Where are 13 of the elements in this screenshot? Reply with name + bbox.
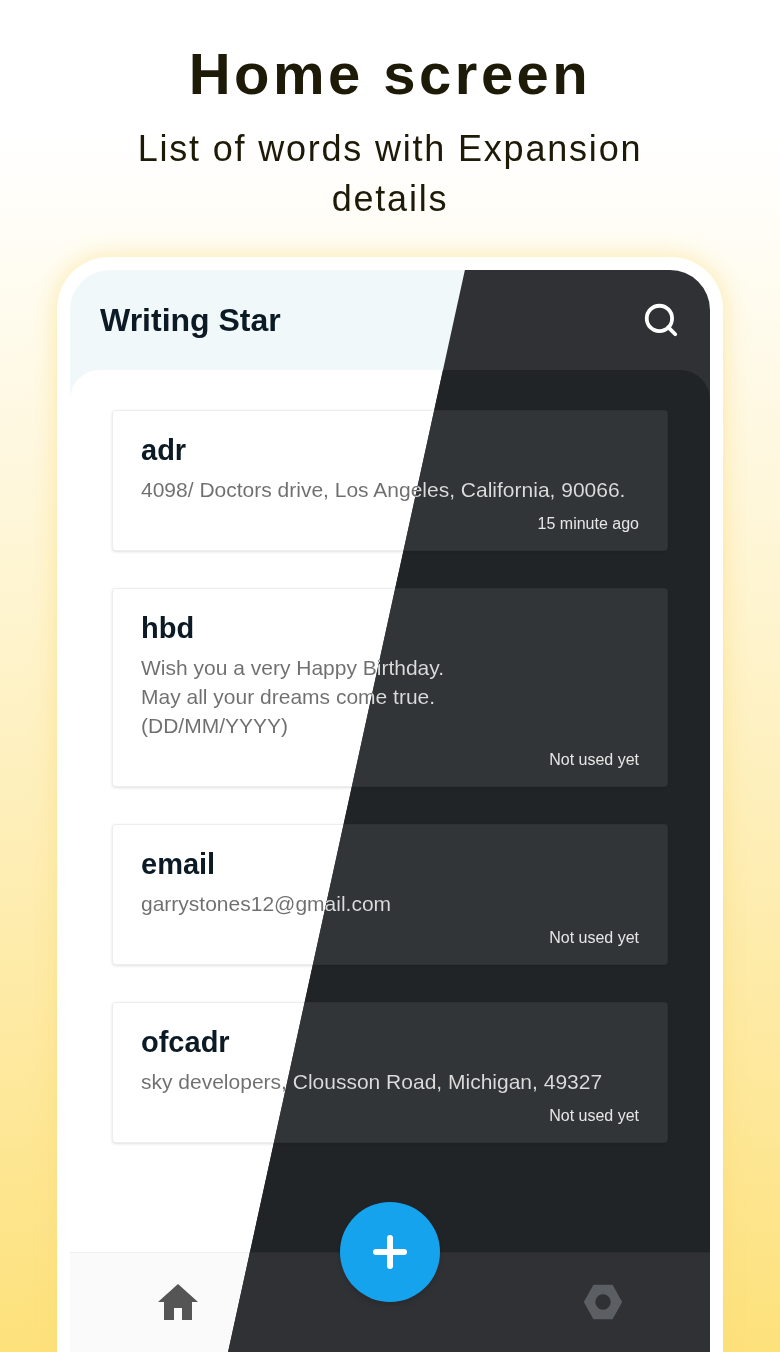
headline: Home screen [188, 40, 592, 108]
usage-time: Not used yet [549, 750, 639, 770]
entry-keyword: ofcadr [141, 1025, 231, 1060]
search-icon[interactable] [642, 301, 680, 339]
entry-keyword: hbd [141, 611, 196, 646]
entry-keyword: email [141, 847, 217, 882]
usage-time: 15 minute ago [537, 514, 639, 534]
app-title: Writing Star [100, 301, 281, 340]
entry-card[interactable]: ofcadr sky developers, Clousson Road, Michigan, 49327 Not used yet [112, 1002, 668, 1143]
entry-keyword: adr [141, 433, 188, 468]
usage-time: Not used yet [549, 928, 639, 948]
subheadline: List of words with Expansion details [136, 127, 644, 221]
usage-time: Not used yet [549, 1106, 639, 1126]
